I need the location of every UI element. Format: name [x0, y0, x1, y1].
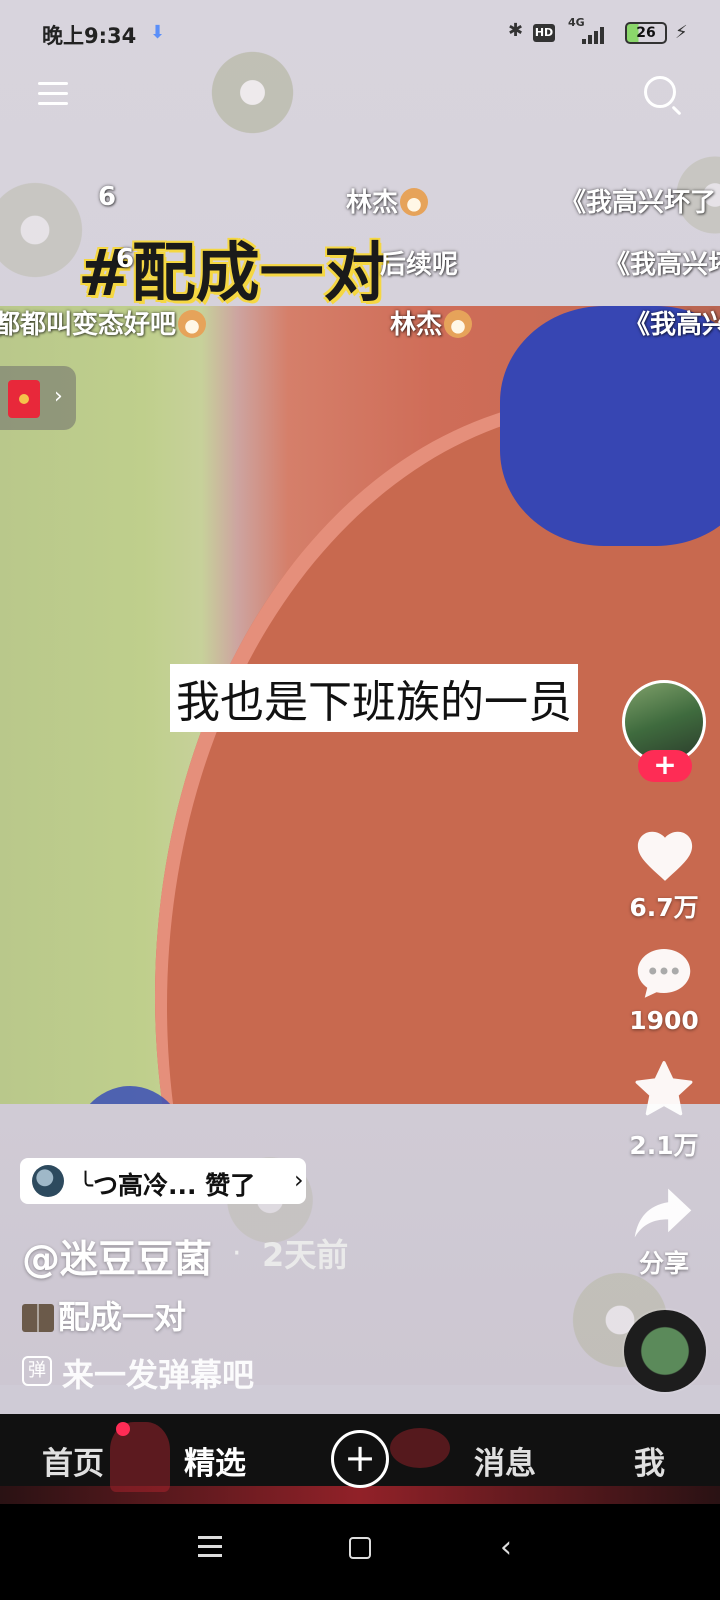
back-icon[interactable]: ‹ [500, 1530, 512, 1565]
danmaku-item: 后续呢 [380, 250, 459, 280]
favorite-count: 2.1万 [629, 1131, 699, 1160]
signal-icon [582, 26, 612, 44]
red-envelope-icon [8, 380, 40, 418]
notification-dot [116, 1422, 130, 1436]
separator-dot: · [232, 1236, 242, 1271]
red-envelope-widget[interactable]: › [0, 366, 76, 430]
nav-messages[interactable]: 消息 [474, 1438, 536, 1483]
doge-emoji-icon [178, 310, 207, 338]
recents-icon[interactable] [198, 1536, 222, 1558]
status-time: 晚上9:34 [42, 24, 137, 48]
heart-icon[interactable] [634, 826, 696, 884]
danmaku-item: 6 [98, 182, 117, 212]
star-icon[interactable] [632, 1060, 696, 1120]
video-subtitle: 我也是下班族的一员 [170, 664, 578, 732]
menu-icon[interactable] [38, 80, 70, 108]
flower-decoration [0, 175, 90, 285]
danmaku-item: 林杰 [346, 182, 429, 219]
home-icon[interactable] [349, 1537, 371, 1559]
share-label: 分享 [638, 1249, 689, 1278]
post-time: 2天前 [262, 1236, 349, 1274]
chevron-right-icon: › [294, 1166, 304, 1194]
danmaku-item: 林杰 [390, 304, 473, 341]
liked-by-text: ╰つ高冷... 赞了 [78, 1171, 256, 1200]
decoration [0, 1486, 720, 1504]
download-icon: ⬇ [150, 22, 166, 43]
search-icon[interactable] [644, 76, 676, 108]
danmaku-item: 《我高兴 [624, 310, 720, 340]
battery-icon: 26 [625, 22, 667, 44]
danmaku-icon: 弹 [22, 1356, 52, 1386]
video-description[interactable]: 配成一对 [22, 1292, 186, 1338]
decoration [390, 1428, 450, 1468]
doge-emoji-icon [444, 310, 473, 338]
comment-count: 1900 [629, 1006, 699, 1035]
comment-icon[interactable] [634, 944, 694, 1004]
danmaku-input[interactable]: 来一发弹幕吧 [62, 1350, 254, 1396]
avatar [32, 1165, 64, 1197]
share-icon[interactable] [632, 1186, 694, 1240]
status-bar: 晚上9:34 ⬇ ✱ HD 4G 26 ⚡ [0, 0, 720, 70]
like-count: 6.7万 [629, 893, 699, 922]
nav-home[interactable]: 首页 [42, 1438, 104, 1483]
charging-icon: ⚡ [675, 22, 688, 43]
bluetooth-icon: ✱ [508, 20, 524, 41]
author-name[interactable]: @迷豆豆菌 [22, 1228, 212, 1283]
book-icon [22, 1304, 54, 1332]
danmaku-item: 都都叫变态好吧 [0, 304, 207, 341]
chevron-right-icon: › [54, 384, 63, 409]
nav-me[interactable]: 我 [634, 1438, 665, 1483]
danmaku-item: 6 [116, 244, 135, 274]
hd-icon: HD [533, 24, 555, 42]
create-button[interactable]: + [331, 1430, 389, 1488]
nav-featured[interactable]: 精选 [184, 1438, 246, 1483]
liked-by-chip[interactable]: ╰つ高冷... 赞了 › [20, 1158, 306, 1204]
doge-emoji-icon [400, 188, 429, 216]
danmaku-item: 《我高兴坏了 [560, 188, 717, 218]
music-disc-icon[interactable] [624, 1310, 706, 1392]
follow-button[interactable]: + [638, 750, 692, 782]
danmaku-item: 《我高兴坏 [604, 250, 720, 280]
video-shape [70, 1086, 190, 1104]
